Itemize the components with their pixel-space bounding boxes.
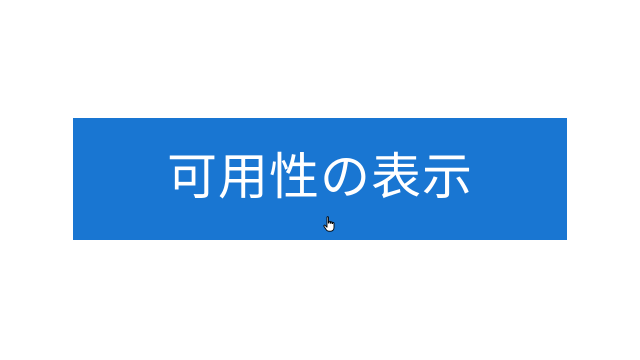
show-availability-label: 可用性の表示 xyxy=(167,148,473,206)
show-availability-button[interactable]: 可用性の表示 xyxy=(73,118,567,240)
page-canvas: 可用性の表示 xyxy=(0,0,640,360)
